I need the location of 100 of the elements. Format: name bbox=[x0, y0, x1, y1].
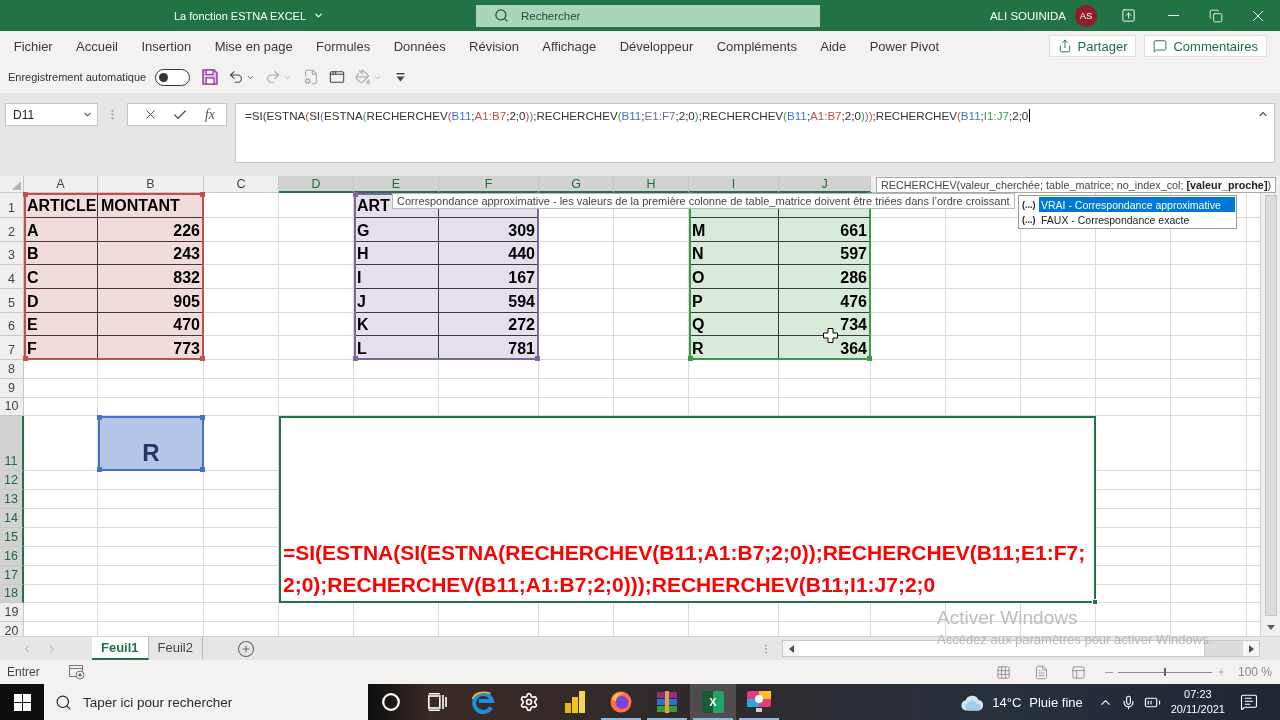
books-icon bbox=[656, 691, 678, 713]
row-header[interactable]: 13 bbox=[0, 490, 24, 509]
table-cell: C bbox=[27, 268, 39, 287]
table-cell: 661 bbox=[840, 221, 867, 240]
weather-condition[interactable]: Pluie fine bbox=[1029, 694, 1083, 710]
range-handle[interactable] bbox=[23, 192, 28, 197]
row-header[interactable]: 8 bbox=[0, 360, 24, 379]
range-handle[interactable] bbox=[200, 356, 205, 361]
ribbon-tab[interactable]: Développeur bbox=[607, 31, 706, 61]
autocomplete-item[interactable]: VRAI - Correspondance approximative bbox=[1039, 197, 1235, 212]
search-field[interactable]: Rechercher bbox=[476, 4, 820, 27]
weather-temperature[interactable]: 14°C bbox=[992, 694, 1022, 710]
share-icon bbox=[1057, 39, 1072, 53]
range-handle[interactable] bbox=[97, 415, 102, 420]
normal-view-button[interactable] bbox=[995, 664, 1012, 680]
row-header[interactable]: 9 bbox=[0, 379, 24, 398]
name-box[interactable]: D11 bbox=[5, 103, 98, 126]
row-header[interactable]: 4 bbox=[0, 265, 24, 289]
column-header[interactable]: I bbox=[689, 176, 779, 193]
clock-date[interactable]: 20/11/2021 bbox=[1170, 702, 1225, 717]
row-header[interactable]: 1 bbox=[0, 193, 24, 218]
autosave-toggle[interactable] bbox=[155, 68, 191, 86]
slider-thumb[interactable] bbox=[1163, 668, 1166, 676]
row-header[interactable]: 18 bbox=[0, 585, 24, 603]
sheet-tab[interactable]: Feuil1 bbox=[92, 637, 149, 660]
row-header[interactable]: 19 bbox=[0, 603, 24, 622]
cloud-icon[interactable] bbox=[960, 693, 985, 711]
range-handle[interactable] bbox=[200, 192, 205, 197]
range-handle[interactable] bbox=[867, 356, 872, 361]
column-header[interactable]: D bbox=[279, 176, 354, 193]
range-handle[interactable] bbox=[200, 415, 205, 420]
column-header[interactable]: G bbox=[539, 176, 614, 193]
row-header[interactable]: 20 bbox=[0, 622, 24, 636]
row-header[interactable]: 17 bbox=[0, 566, 24, 585]
table-cell: B bbox=[27, 245, 39, 263]
column-header[interactable]: B bbox=[98, 176, 204, 193]
range-handle[interactable] bbox=[23, 356, 28, 361]
row-header[interactable]: 5 bbox=[0, 289, 24, 313]
taskbar-search-field[interactable]: Taper ici pour rechercher bbox=[44, 684, 368, 720]
ribbon-tab[interactable]: Données bbox=[381, 31, 458, 61]
ribbon-tab[interactable]: Formules bbox=[304, 31, 382, 61]
range-handle[interactable] bbox=[353, 356, 358, 361]
microphone-icon[interactable] bbox=[1120, 694, 1136, 710]
range-handle[interactable] bbox=[535, 356, 540, 361]
notification-icon[interactable] bbox=[1240, 693, 1258, 711]
table-cell: 905 bbox=[173, 292, 200, 311]
insert-function-button[interactable]: fx bbox=[198, 104, 222, 125]
ribbon-tab[interactable]: Révision bbox=[457, 31, 531, 61]
column-header[interactable]: J bbox=[779, 176, 871, 193]
row-header[interactable]: 14 bbox=[0, 509, 24, 528]
range-handle[interactable] bbox=[200, 467, 205, 472]
column-header[interactable]: C bbox=[204, 176, 279, 193]
table-cell: I bbox=[357, 268, 362, 287]
share-button[interactable]: Partager bbox=[1048, 35, 1137, 57]
range-handle[interactable] bbox=[97, 467, 102, 472]
ribbon-tab[interactable]: Aide bbox=[808, 31, 858, 61]
caret-icon[interactable] bbox=[82, 109, 93, 120]
column-header[interactable]: A bbox=[24, 176, 98, 193]
row-header[interactable]: 10 bbox=[0, 398, 24, 416]
page-layout-button[interactable] bbox=[1033, 664, 1050, 680]
panels-icon bbox=[1071, 664, 1087, 680]
autocomplete-item[interactable]: FAUX - Correspondance exacte bbox=[1039, 212, 1235, 227]
paint-bucket-icon bbox=[355, 69, 372, 85]
range-handle[interactable] bbox=[353, 192, 358, 197]
cell-editor[interactable]: =SI(ESTNA(SI(ESTNA(RECHERCHEV(B11;A1:B7;2;0));RECHERCHEV(B11;E1:F7;2;0);RECHERCHEV(B11;A1:B7;2;0)));RECHERCHEV(B11;I1:J7;2;0 bbox=[279, 416, 1096, 603]
ribbon-tab[interactable]: Power Pivot bbox=[858, 31, 951, 61]
scroll-left-button[interactable] bbox=[783, 641, 799, 656]
row-header[interactable]: 2 bbox=[0, 218, 24, 242]
macro-record-icon[interactable] bbox=[68, 664, 85, 680]
column-header[interactable]: H bbox=[614, 176, 689, 193]
row-header[interactable]: 12 bbox=[0, 471, 24, 490]
row-header[interactable]: 7 bbox=[0, 336, 24, 360]
fill-handle[interactable] bbox=[1092, 599, 1098, 605]
ribbon-tab[interactable]: Fichier bbox=[2, 31, 65, 61]
ribbon-tab[interactable]: Compléments bbox=[705, 31, 809, 61]
page-break-button[interactable] bbox=[1070, 664, 1087, 680]
column-header[interactable]: F bbox=[439, 176, 539, 193]
table-cell: O bbox=[692, 268, 705, 287]
scroll-thumb[interactable] bbox=[1264, 195, 1277, 616]
scroll-right-button[interactable] bbox=[1243, 641, 1259, 656]
formula-input[interactable]: =SI(ESTNA(SI(ESTNA(RECHERCHEV(B11;A1:B7;2;0));RECHERCHEV(B11;E1:F7;2;0);RECHERCHEV(B11;A1:B7;2;0)));RECHERCHEV(B11;I1:J7;2;0 bbox=[235, 103, 1275, 163]
ribbon-tab[interactable]: Affichage bbox=[530, 31, 608, 61]
ribbon-tab[interactable]: Mise en page bbox=[202, 31, 305, 61]
row-header[interactable]: 16 bbox=[0, 547, 24, 566]
minus-icon bbox=[1104, 671, 1113, 673]
row-header[interactable]: 11 bbox=[0, 416, 24, 471]
user-avatar[interactable]: AS bbox=[1075, 4, 1097, 27]
clock-time[interactable]: 07:23 bbox=[1184, 687, 1212, 702]
row-header[interactable]: 6 bbox=[0, 313, 24, 336]
bar-chart-icon bbox=[565, 691, 585, 713]
column-header[interactable]: E bbox=[354, 176, 439, 193]
caret-icon[interactable] bbox=[313, 10, 325, 21]
ribbon-tab[interactable]: Insertion bbox=[129, 31, 203, 61]
select-all-button[interactable] bbox=[0, 176, 24, 193]
comments-button[interactable]: Commentaires bbox=[1144, 35, 1267, 57]
row-header[interactable]: 3 bbox=[0, 242, 24, 265]
row-header[interactable]: 15 bbox=[0, 528, 24, 547]
ribbon-tab[interactable]: Accueil bbox=[64, 31, 130, 61]
range-handle[interactable] bbox=[688, 356, 693, 361]
save-button[interactable] bbox=[202, 66, 219, 88]
